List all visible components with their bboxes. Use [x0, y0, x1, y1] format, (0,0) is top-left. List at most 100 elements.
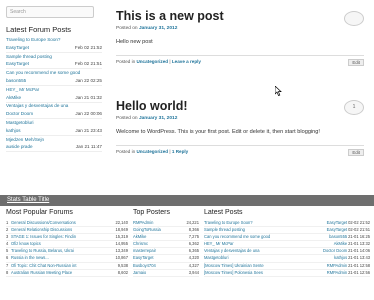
forum-link[interactable]: Russia in the news...: [11, 255, 115, 261]
table-row: HEY_ Mr McPar AkMike 21-01 13:32: [204, 241, 370, 249]
edit-button[interactable]: Edit: [348, 149, 364, 156]
poster-link[interactable]: AkMike: [133, 234, 189, 240]
post-count: 22,140: [115, 220, 128, 225]
comment-bubble-icon[interactable]: [344, 11, 364, 26]
forum-post-link[interactable]: Ventajas y desventajas de una: [6, 103, 68, 108]
table-row: RMPAdmin 24,221: [133, 220, 199, 228]
list-item: Mastgetobluri: [6, 120, 102, 127]
forum-link[interactable]: Ofiz know topics: [11, 241, 115, 247]
post-meta: Posted on January 31, 2012: [116, 26, 364, 31]
post-hello-world: Hello world! Posted on January 31, 2012 …: [116, 99, 364, 156]
latest-post-link[interactable]: Mastgetobluri: [204, 255, 334, 261]
post-title[interactable]: Hello world!: [116, 99, 364, 113]
poster-link[interactable]: GoingToRussia: [133, 227, 189, 233]
post-count: 15,319: [115, 234, 128, 240]
forum-link[interactable]: General Relationship Discussions: [11, 227, 115, 233]
latest-post-link[interactable]: Can you recommend me some good: [204, 234, 329, 240]
latest-post-link[interactable]: Traveling to Europe Soon?: [204, 220, 327, 226]
list-item: Traveling to Europe Soon?: [6, 37, 102, 44]
forum-post-link[interactable]: kathjos: [6, 128, 21, 134]
table-row: GoingToRussia 8,366: [133, 227, 199, 235]
post-count: 24,221: [186, 220, 199, 225]
post-date: Feb 02 21:51: [74, 61, 102, 67]
latest-post-link[interactable]: [Moscow Times] Polonesia Sees: [204, 270, 327, 276]
poster-link[interactable]: Busboy4704: [133, 263, 189, 269]
post-date: Jan 21 11:47: [75, 144, 102, 150]
table-row: Can you recommend me some good bason555 21…: [204, 234, 370, 242]
forum-link[interactable]: Traveling to Russia, Belarus, Ukrai: [11, 248, 115, 254]
posted-on-label: Posted on: [116, 26, 138, 31]
forum-post-link[interactable]: Mastgetobluri: [6, 120, 34, 125]
posted-in-label: Posted in: [116, 59, 136, 64]
search-input[interactable]: Search: [6, 6, 94, 18]
category-link[interactable]: Uncategorized: [136, 59, 168, 64]
list-item: HEY_ Mr McPar: [6, 87, 102, 94]
forum-post-link[interactable]: Doctor Doom: [6, 111, 33, 117]
forum-post-link[interactable]: HEY_ Mr McPar: [6, 87, 39, 92]
table-row: Sample thread posting EasyTarget 02-02 21:…: [204, 227, 370, 235]
author-link[interactable]: bason555: [329, 234, 347, 240]
table-row: 8 Australian Russian Meeting Place 8,602: [6, 270, 128, 277]
forum-link[interactable]: STAGE 1: Issues for Singles: Findin: [11, 234, 115, 240]
post-count: 8,366: [188, 227, 199, 233]
post-date: 21-01 12:58: [348, 262, 370, 268]
author-link[interactable]: AkMike: [334, 241, 347, 247]
forum-link[interactable]: General Discussions/Conversations: [11, 220, 115, 226]
author-link[interactable]: EasyTarget: [327, 227, 347, 233]
popular-forums-table: 1 General Discussions/Conversations 22,140…: [6, 220, 128, 277]
latest-forum-posts-title: Latest Forum Posts: [6, 25, 72, 34]
forum-post-link[interactable]: Sample thread posting: [6, 54, 52, 59]
post-date-link[interactable]: January 31, 2012: [139, 116, 177, 121]
post-date: 21-01 13:43: [348, 255, 370, 261]
poster-link[interactable]: EasyTarget: [133, 255, 189, 261]
posted-in-label: Posted in: [116, 149, 136, 154]
latest-posts-table: Traveling to Europe Soon? EasyTarget 02-02…: [204, 220, 370, 277]
forum-post-link[interactable]: Mjedzen Meh/Sejn: [6, 137, 44, 142]
post-count: 14,955: [115, 241, 128, 247]
stats-table-title[interactable]: Stats Table Title: [7, 197, 49, 203]
post-count: 7,275: [188, 234, 199, 240]
latest-post-link[interactable]: [Moscow Times] Ukrainian Sente: [204, 263, 327, 269]
author-link[interactable]: RMPAdmin: [327, 270, 347, 276]
forum-post-link[interactable]: EasyTarget: [6, 61, 29, 67]
forum-post-link[interactable]: bason555: [6, 78, 26, 84]
forum-post-list: Traveling to Europe Soon? EasyTarget Feb 0…: [6, 37, 102, 153]
author-link[interactable]: kathjos: [334, 255, 347, 261]
post-title[interactable]: This is a new post: [116, 9, 364, 23]
latest-post-link[interactable]: Ventajas y desventajas de una: [204, 248, 323, 254]
table-row: [Moscow Times] Ukrainian Sente RMPAdmin 21…: [204, 263, 370, 270]
author-link[interactable]: EasyTarget: [327, 220, 347, 226]
post-count: 13,349: [115, 248, 128, 254]
forum-link[interactable]: Australian Russian Meeting Place: [11, 270, 118, 276]
post-count: 4,327: [188, 262, 199, 268]
poster-link[interactable]: masterrepair: [133, 248, 189, 254]
poster-link[interactable]: RMPAdmin: [133, 220, 186, 226]
poster-link[interactable]: Chrismc: [133, 241, 189, 247]
table-row: EasyTarget 4,320: [133, 255, 199, 263]
latest-post-link[interactable]: Sample thread posting: [204, 227, 327, 233]
forum-post-link[interactable]: Traveling to Europe Soon?: [6, 37, 60, 42]
author-link[interactable]: Doctor Doom: [323, 248, 347, 254]
list-item: auside prade Jan 21 11:47: [6, 144, 102, 153]
post-date-link[interactable]: January 31, 2012: [139, 26, 177, 31]
table-row: Traveling to Europe Soon? EasyTarget 02-02…: [204, 220, 370, 228]
reply-link[interactable]: 1 Reply: [172, 149, 188, 154]
table-row: Jamaio 3,944: [133, 270, 199, 277]
forum-post-link[interactable]: Can you recommend me some good: [6, 70, 80, 75]
list-item: EasyTarget Feb 02 21:52: [6, 45, 102, 53]
forum-post-link[interactable]: AkMike: [6, 95, 21, 101]
forum-post-link[interactable]: EasyTarget: [6, 45, 29, 51]
leave-reply-link[interactable]: Leave a reply: [172, 59, 201, 64]
post-body: Welcome to WordPress. This is your first…: [116, 129, 320, 135]
author-link[interactable]: RMPAdmin: [327, 263, 347, 269]
post-body: Hello new post: [116, 39, 153, 45]
table-row: 5 Traveling to Russia, Belarus, Ukrai 13,3…: [6, 248, 128, 256]
forum-post-link[interactable]: auside prade: [6, 144, 33, 150]
poster-link[interactable]: Jamaio: [133, 270, 189, 276]
edit-button[interactable]: Edit: [348, 59, 364, 66]
category-link[interactable]: Uncategorized: [136, 149, 168, 154]
forum-link[interactable]: Ofi Topic: Chit Chat Non-Russian int: [11, 263, 118, 269]
post-footer: Posted in Uncategorized | Leave a reply …: [116, 55, 364, 66]
comment-count-bubble-icon[interactable]: 1: [344, 100, 364, 115]
latest-post-link[interactable]: HEY_ Mr McPar: [204, 241, 334, 247]
